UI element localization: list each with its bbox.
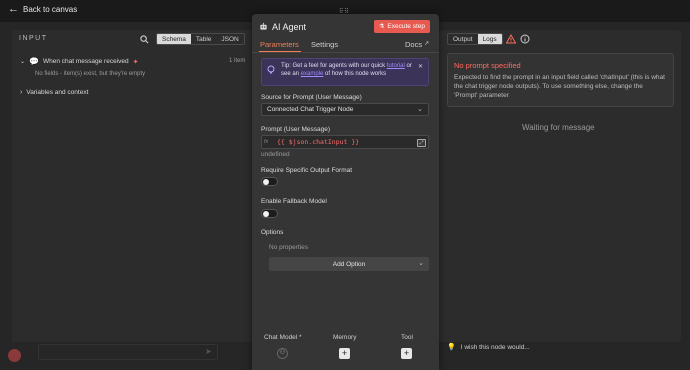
- prompt-label: Prompt (User Message): [261, 126, 330, 133]
- tool-connector-label: Tool: [401, 334, 413, 341]
- chevron-right-icon: ›: [20, 89, 23, 96]
- add-option-button[interactable]: Add Option ⌄: [269, 257, 429, 271]
- tip-text-part: of how this node works: [323, 71, 387, 77]
- chat-model-connector-label: Chat Model *: [264, 334, 302, 341]
- arrow-left-icon: ←: [8, 3, 19, 15]
- empty-fields-note: No fields - item(s) exist, but they're e…: [35, 71, 146, 77]
- back-label: Back to canvas: [23, 4, 78, 14]
- view-logs-tab[interactable]: Logs: [477, 34, 502, 44]
- tip-text: Tip: Get a feel for agents with our quic…: [281, 62, 415, 78]
- flask-icon: ⚗: [379, 24, 385, 30]
- view-output-tab[interactable]: Output: [448, 34, 478, 44]
- feedback-label: I wish this node would...: [460, 343, 530, 351]
- view-schema-tab[interactable]: Schema: [157, 34, 191, 44]
- variables-context-row[interactable]: › Variables and context: [20, 89, 88, 96]
- error-title: No prompt specified: [454, 61, 521, 70]
- drag-handle-icon[interactable]: ⠿⠿: [339, 8, 350, 15]
- back-to-canvas-button[interactable]: ← Back to canvas: [8, 3, 77, 15]
- search-icon[interactable]: [140, 35, 149, 44]
- warning-icon: [506, 34, 516, 44]
- source-prompt-value: Connected Chat Trigger Node: [267, 106, 354, 113]
- node-title[interactable]: AI Agent: [272, 22, 306, 32]
- require-format-label: Require Specific Output Format: [261, 167, 353, 174]
- memory-connector-label: Memory: [333, 334, 357, 341]
- external-link-icon: ↗: [424, 41, 430, 47]
- options-label: Options: [261, 229, 284, 236]
- pin-icon: ✦: [132, 58, 139, 66]
- tutorial-link[interactable]: tutorial: [387, 63, 405, 69]
- divider: [252, 52, 439, 53]
- chat-input-bar: [38, 344, 218, 360]
- trigger-node-name: When chat message received: [43, 58, 129, 65]
- source-prompt-label: Source for Prompt (User Message): [261, 94, 362, 101]
- trigger-node-row[interactable]: ⌄ 💬 When chat message received ✦: [20, 57, 139, 66]
- chat-bubble-icon: 💬: [29, 57, 39, 66]
- feedback-link[interactable]: 💡 I wish this node would...: [447, 343, 530, 352]
- fx-badge: fx: [264, 139, 269, 145]
- close-icon[interactable]: ✕: [418, 63, 423, 70]
- add-tool-button[interactable]: +: [401, 348, 412, 359]
- input-panel-header: INPUT: [19, 35, 48, 42]
- tip-text-part: Tip: Get a feel for agents with our quic…: [281, 63, 387, 69]
- toggle-knob: [263, 179, 269, 185]
- no-properties-text: No properties: [269, 244, 309, 251]
- example-link[interactable]: example: [301, 71, 324, 77]
- lightbulb-icon: 💡: [447, 344, 456, 351]
- view-table-tab[interactable]: Table: [191, 34, 217, 44]
- robot-icon: [260, 22, 267, 30]
- error-message: Expected to find the prompt in an input …: [454, 74, 665, 99]
- tab-settings[interactable]: Settings: [311, 40, 338, 49]
- source-prompt-select[interactable]: Connected Chat Trigger Node ⌄: [261, 103, 429, 116]
- chevron-down-icon: ⌄: [418, 260, 424, 267]
- require-format-toggle[interactable]: [261, 177, 278, 186]
- output-view-switcher: Output Logs: [447, 33, 503, 45]
- fallback-model-toggle[interactable]: [261, 209, 278, 218]
- fallback-model-label: Enable Fallback Model: [261, 198, 327, 205]
- expression-result: undefined: [261, 151, 290, 158]
- docs-label: Docs: [405, 40, 423, 49]
- variables-label: Variables and context: [26, 89, 89, 96]
- prompt-expression-value[interactable]: {{ $json.chatInput }}: [277, 138, 359, 146]
- view-json-tab[interactable]: JSON: [216, 34, 243, 44]
- waiting-status: Waiting for message: [522, 123, 595, 132]
- info-icon[interactable]: [520, 34, 530, 44]
- lightbulb-icon: [267, 65, 275, 74]
- add-option-label: Add Option: [332, 260, 366, 268]
- trigger-item-count: 1 item: [229, 58, 246, 64]
- avatar: [8, 349, 21, 362]
- execute-step-button[interactable]: ⚗ Execute step: [374, 20, 430, 33]
- expand-editor-icon[interactable]: ⤢: [417, 139, 426, 147]
- chevron-down-icon: ⌄: [20, 59, 26, 65]
- send-icon: ➤: [205, 347, 212, 356]
- execute-step-label: Execute step: [387, 23, 425, 30]
- docs-link[interactable]: Docs ↗: [405, 40, 429, 49]
- chevron-down-icon: ⌄: [417, 106, 423, 113]
- chat-model-connector-icon[interactable]: ⚇: [277, 348, 288, 359]
- toggle-knob: [263, 211, 269, 217]
- input-view-switcher: Schema Table JSON: [156, 33, 245, 45]
- add-memory-button[interactable]: +: [339, 348, 350, 359]
- tab-parameters[interactable]: Parameters: [260, 40, 299, 49]
